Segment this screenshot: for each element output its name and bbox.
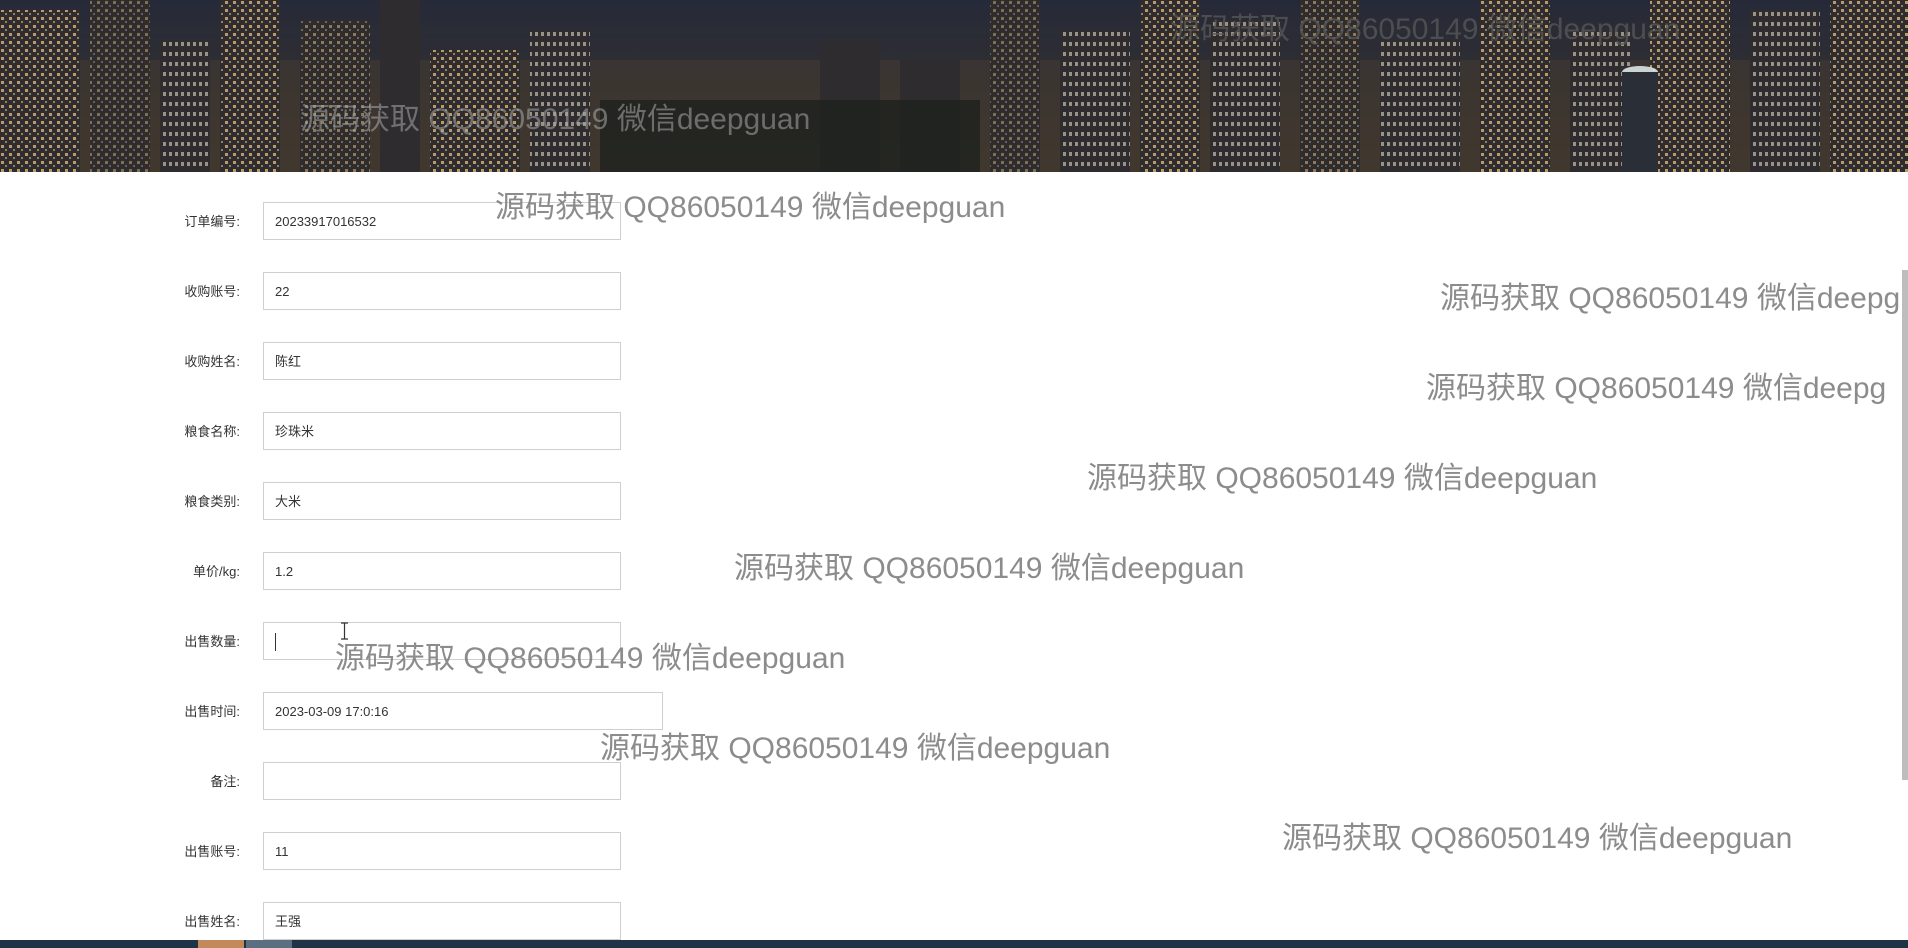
field-label: 单价/kg: bbox=[193, 564, 240, 579]
field-label: 粮食类别: bbox=[184, 494, 240, 509]
form-row-buyer-account: 收购账号: 22 bbox=[0, 272, 700, 312]
field-label: 出售账号: bbox=[184, 844, 240, 859]
field-label: 订单编号: bbox=[184, 214, 240, 229]
form-row-buyer-name: 收购姓名: 陈红 bbox=[0, 342, 700, 382]
banner-watermark: 源码获取 QQ86050149 微信deepguan bbox=[1170, 13, 1681, 46]
os-taskbar bbox=[0, 940, 1908, 948]
field-label: 收购账号: bbox=[184, 284, 240, 299]
field-label: 出售数量: bbox=[184, 634, 240, 649]
banner-watermark: 源码获取 QQ86050149 微信deepguan bbox=[300, 103, 811, 136]
sale-time-input[interactable]: 2023-03-09 17:0:16 bbox=[263, 692, 663, 730]
remarks-input[interactable] bbox=[263, 762, 621, 800]
taskbar-app-button[interactable] bbox=[246, 940, 292, 948]
field-label: 备注: bbox=[210, 774, 240, 789]
taskbar-app-button[interactable] bbox=[198, 940, 244, 948]
form-row-unit-price: 单价/kg: 1.2 bbox=[0, 552, 700, 592]
field-label: 收购姓名: bbox=[184, 354, 240, 369]
field-label: 出售时间: bbox=[184, 704, 240, 719]
seller-name-input[interactable]: 王强 bbox=[263, 902, 621, 940]
form-row-seller-account: 出售账号: 11 bbox=[0, 832, 700, 872]
buyer-account-input[interactable]: 22 bbox=[263, 272, 621, 310]
grain-category-input[interactable]: 大米 bbox=[263, 482, 621, 520]
unit-price-input[interactable]: 1.2 bbox=[263, 552, 621, 590]
sale-quantity-input[interactable] bbox=[263, 622, 621, 660]
sale-form: 订单编号: 20233917016532 收购账号: 22 收购姓名: 陈红 粮… bbox=[0, 172, 1908, 940]
form-row-sale-time: 出售时间: 2023-03-09 17:0:16 bbox=[0, 692, 700, 732]
text-cursor-icon bbox=[341, 622, 348, 640]
form-row-grain-name: 粮食名称: 珍珠米 bbox=[0, 412, 700, 452]
form-row-remarks: 备注: bbox=[0, 762, 700, 802]
buyer-name-input[interactable]: 陈红 bbox=[263, 342, 621, 380]
grain-name-input[interactable]: 珍珠米 bbox=[263, 412, 621, 450]
vertical-scrollbar[interactable] bbox=[1902, 270, 1908, 780]
form-row-sale-quantity: 出售数量: bbox=[0, 622, 700, 662]
form-row-order-number: 订单编号: 20233917016532 bbox=[0, 202, 700, 242]
form-row-seller-name: 出售姓名: 王强 bbox=[0, 902, 700, 942]
seller-account-input[interactable]: 11 bbox=[263, 832, 621, 870]
order-number-input[interactable]: 20233917016532 bbox=[263, 202, 621, 240]
form-row-grain-category: 粮食类别: 大米 bbox=[0, 482, 700, 522]
header-banner: 源码获取 QQ86050149 微信deepguan 源码获取 QQ860501… bbox=[0, 0, 1908, 172]
field-label: 出售姓名: bbox=[184, 914, 240, 929]
field-label: 粮食名称: bbox=[184, 424, 240, 439]
